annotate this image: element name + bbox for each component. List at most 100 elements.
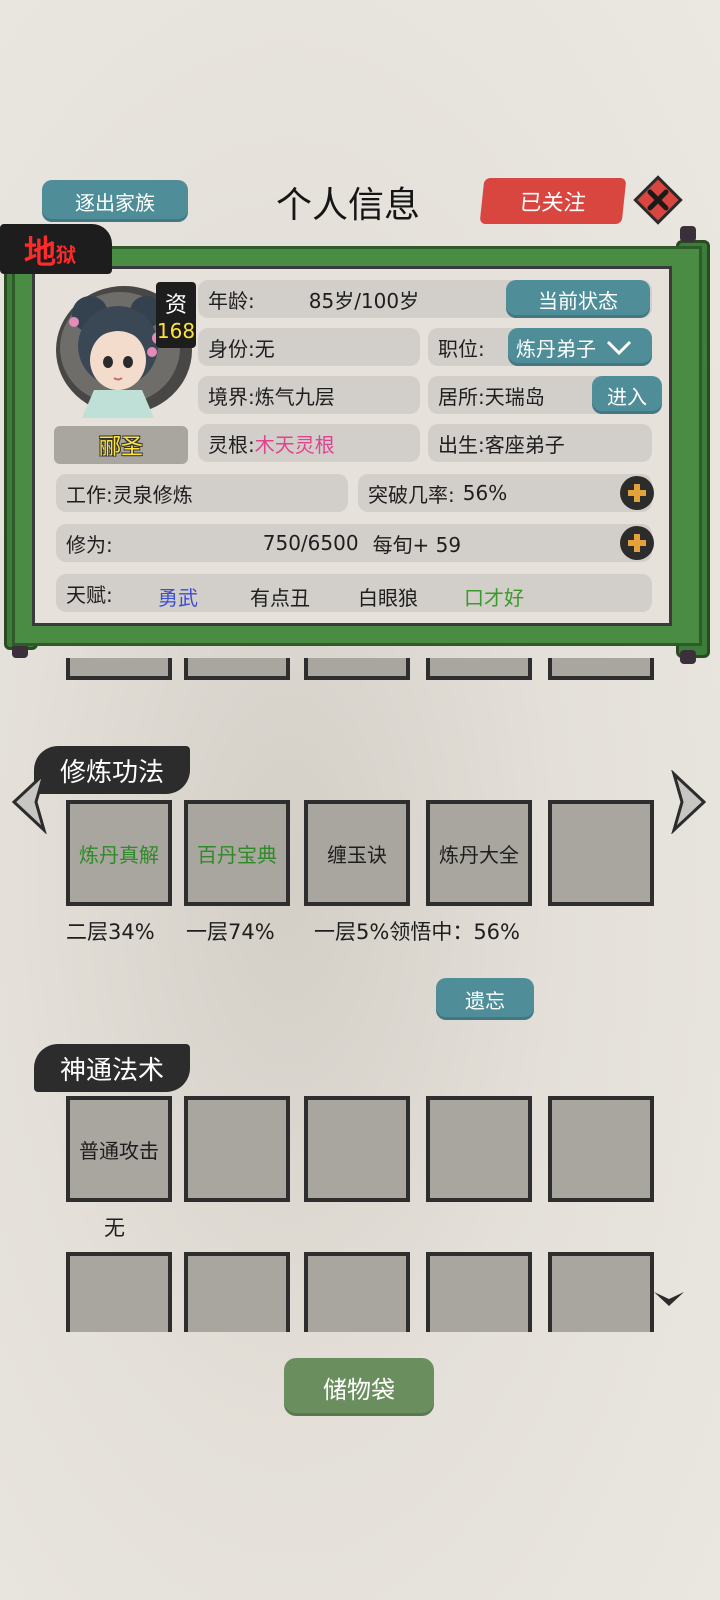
work-label: 工作: xyxy=(66,482,113,507)
identity-value: 无 xyxy=(254,336,275,361)
techniques-section-title: 修炼功法 xyxy=(34,746,191,794)
breakthrough-label: 突破几率: xyxy=(368,482,455,507)
spell-slot-empty[interactable] xyxy=(548,1252,654,1332)
spell-name: 普通攻击 xyxy=(79,1138,159,1163)
forget-button[interactable]: 遗忘 xyxy=(436,978,534,1020)
talent-item[interactable]: 口才好 xyxy=(464,582,524,611)
hidden-slot xyxy=(304,658,410,680)
aptitude-label: 资 xyxy=(164,293,187,318)
spirit-root-value: 木天灵根 xyxy=(254,432,335,457)
realm-badge: 地 狱 xyxy=(0,224,112,274)
spell-slot[interactable]: 普通攻击 xyxy=(66,1096,172,1202)
spirit-root-label: 灵根: xyxy=(208,432,255,457)
technique-progress: 二层34% xyxy=(66,920,155,944)
spell-slot-empty[interactable] xyxy=(184,1096,290,1202)
storage-bag-button[interactable]: 储物袋 xyxy=(284,1358,434,1416)
technique-name: 炼丹真解 xyxy=(79,842,159,867)
technique-name: 缠玉诀 xyxy=(327,842,387,867)
cultivation-rate: 每旬+ 59 xyxy=(372,532,462,557)
breakthrough-value: 56% xyxy=(462,481,508,505)
origin-value: 客座弟子 xyxy=(484,432,565,457)
residence-value: 天瑞岛 xyxy=(484,384,545,409)
technique-progress: 一层5%领悟中：56% xyxy=(314,920,520,944)
spell-slot-empty[interactable] xyxy=(304,1096,410,1202)
identity-label: 身份: xyxy=(208,336,255,361)
techniques-title-text: 修炼功法 xyxy=(60,757,165,788)
realm-value: 炼气九层 xyxy=(254,384,335,409)
follow-button[interactable]: 已关注 xyxy=(479,178,627,224)
spell-slot-empty[interactable] xyxy=(66,1252,172,1332)
technique-name: 百丹宝典 xyxy=(197,842,277,867)
technique-slot-empty[interactable] xyxy=(548,800,654,906)
breakthrough-plus-button[interactable] xyxy=(620,476,654,510)
technique-slot[interactable]: 炼丹真解 xyxy=(66,800,172,906)
work-row: 工作: 灵泉修炼 xyxy=(56,474,348,512)
technique-slot[interactable]: 百丹宝典 xyxy=(184,800,290,906)
character-name[interactable]: 郦圣 xyxy=(54,426,188,464)
talent-item[interactable]: 有点丑 xyxy=(250,582,310,611)
technique-slot[interactable]: 炼丹大全 xyxy=(426,800,532,906)
work-value: 灵泉修炼 xyxy=(112,482,193,507)
spell-slot-empty[interactable] xyxy=(426,1252,532,1332)
spells-section-title: 神通法术 xyxy=(34,1044,191,1092)
aptitude-value: 168 xyxy=(156,319,196,343)
cultivation-value: 750/6500 xyxy=(262,531,359,555)
hidden-slot xyxy=(548,658,654,680)
spell-slot-empty[interactable] xyxy=(548,1096,654,1202)
technique-progress: 一层74% xyxy=(186,920,275,944)
realm-label: 境界: xyxy=(208,384,255,409)
chevron-down-icon xyxy=(606,340,632,356)
identity-row: 身份: 无 xyxy=(198,328,420,366)
cultivation-label: 修为: xyxy=(66,532,113,557)
spells-title-text: 神通法术 xyxy=(60,1055,165,1086)
character-name-text: 郦圣 xyxy=(98,435,143,460)
prev-page-button[interactable] xyxy=(8,769,48,835)
rod-knob xyxy=(12,644,28,658)
breakthrough-row: 突破几率: 56% xyxy=(358,474,652,512)
rod-knob xyxy=(680,650,696,664)
cultivation-plus-button[interactable] xyxy=(620,526,654,560)
arrow-right-icon xyxy=(671,769,707,835)
arrow-left-icon xyxy=(11,769,47,835)
current-status-button[interactable]: 当前状态 xyxy=(506,280,650,318)
cultivation-row: 修为: 750/6500 每旬+ 59 xyxy=(56,524,652,562)
close-icon xyxy=(633,175,683,225)
technique-name: 炼丹大全 xyxy=(439,842,519,867)
spirit-root-row: 灵根: 木天灵根 xyxy=(198,424,420,462)
talent-item[interactable]: 白眼狼 xyxy=(358,582,418,611)
follow-label: 已关注 xyxy=(518,191,588,216)
enter-button[interactable]: 进入 xyxy=(592,376,662,414)
hidden-slot xyxy=(184,658,290,680)
page-title: 个人信息 xyxy=(276,185,421,226)
age-value: 85岁/100岁 xyxy=(308,288,420,313)
scroll-down-indicator[interactable] xyxy=(652,1286,686,1310)
position-value: 炼丹弟子 xyxy=(516,336,596,361)
aptitude-badge: 资 168 xyxy=(156,282,196,348)
age-label: 年龄: xyxy=(208,288,255,313)
scroll-down-icon xyxy=(654,1292,684,1306)
origin-label: 出生: xyxy=(438,432,485,457)
talent-label: 天赋: xyxy=(66,582,113,607)
position-dropdown[interactable]: 炼丹弟子 xyxy=(508,328,652,366)
badge-sub: 狱 xyxy=(56,243,77,267)
origin-row: 出生: 客座弟子 xyxy=(428,424,652,462)
hidden-slot xyxy=(66,658,172,680)
next-page-button[interactable] xyxy=(670,769,710,835)
hidden-slot xyxy=(426,658,532,680)
talent-item[interactable]: 勇武 xyxy=(158,582,198,611)
plus-icon xyxy=(628,534,646,552)
residence-label: 居所: xyxy=(438,384,485,409)
plus-icon xyxy=(628,484,646,502)
technique-slot[interactable]: 缠玉诀 xyxy=(304,800,410,906)
spell-slot-empty[interactable] xyxy=(304,1252,410,1332)
spell-slot-empty[interactable] xyxy=(184,1252,290,1332)
expel-button[interactable]: 逐出家族 xyxy=(42,180,188,222)
position-label: 职位: xyxy=(438,336,485,361)
talent-row: 天赋: xyxy=(56,574,652,612)
rod-knob xyxy=(680,226,696,242)
spell-note: 无 xyxy=(104,1216,125,1240)
badge-main: 地 xyxy=(24,233,57,271)
close-button[interactable] xyxy=(632,174,684,226)
realm-row: 境界: 炼气九层 xyxy=(198,376,420,414)
spell-slot-empty[interactable] xyxy=(426,1096,532,1202)
